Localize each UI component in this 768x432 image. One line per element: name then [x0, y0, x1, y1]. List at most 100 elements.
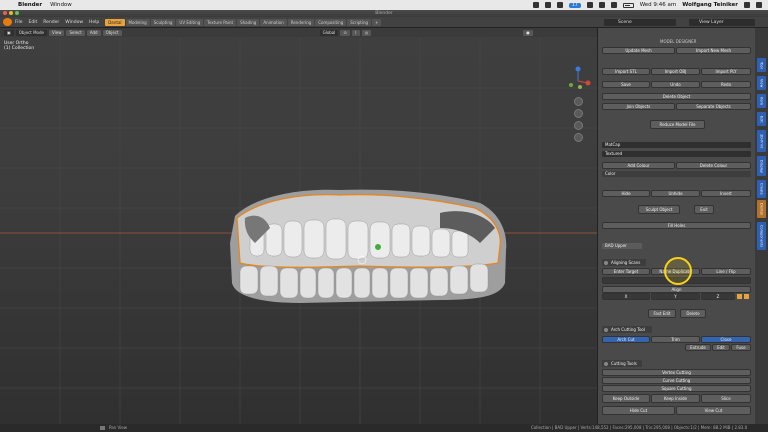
tab-create[interactable]: Create — [757, 180, 766, 198]
search-icon[interactable] — [744, 2, 750, 8]
tab-uv-editing[interactable]: UV Editing — [176, 18, 204, 26]
tab-3d-print[interactable]: 3D-Print — [757, 130, 766, 152]
menu-file[interactable]: File — [15, 20, 23, 25]
cloud-icon[interactable] — [544, 2, 551, 8]
slice-button[interactable]: Slice — [701, 394, 751, 403]
proportional-edit-icon[interactable]: ◎ — [361, 29, 372, 36]
close-button[interactable]: Close — [701, 336, 751, 343]
import-obj-button[interactable]: Import OBJ — [651, 68, 700, 75]
select-menu[interactable]: Select — [66, 29, 85, 36]
enter-target-button[interactable]: Enter Target — [602, 268, 650, 275]
delete-colour-button[interactable]: Delete Colour — [676, 162, 751, 169]
exit-button[interactable]: Exit — [694, 205, 714, 214]
tab-modeling[interactable]: Modeling — [125, 18, 150, 26]
separate-objects-button[interactable]: Separate Objects — [676, 103, 751, 110]
coord-y-field[interactable]: Y — [651, 293, 700, 300]
unhide-button[interactable]: Unhide — [651, 190, 700, 197]
zoom-icon[interactable] — [574, 97, 583, 106]
coord-x-field[interactable]: X — [602, 293, 650, 300]
zoom-window-button[interactable] — [15, 11, 19, 15]
target-object-field[interactable]: BAD Upper — [602, 243, 642, 249]
arch-cut-button[interactable]: Arch Cut — [602, 336, 650, 343]
tab-view[interactable]: View — [757, 76, 766, 90]
volume-icon[interactable] — [610, 2, 617, 8]
tab-shading[interactable]: Shading — [237, 18, 260, 26]
3d-viewport[interactable]: ▣ Object Mode View Select Add Object Glo… — [0, 28, 597, 424]
close-window-button[interactable] — [3, 11, 7, 15]
tab-edit[interactable]: Edit — [757, 112, 766, 126]
hide-button[interactable]: Hide — [602, 190, 650, 197]
arch-cutting-tool-header[interactable]: Arch Cutting Tool — [602, 326, 652, 333]
tab-display[interactable]: Display — [757, 156, 766, 176]
tab-components[interactable]: Components — [757, 222, 766, 250]
join-objects-button[interactable]: Join Objects — [602, 103, 675, 110]
pivot-icon[interactable]: ⊙ — [340, 29, 350, 36]
orientation-dropdown[interactable]: Global — [319, 29, 339, 36]
delete-object-button[interactable]: Delete Object — [602, 93, 751, 100]
add-menu[interactable]: Add — [86, 29, 101, 36]
view-layer-selector[interactable]: View Layer — [689, 19, 755, 26]
cutting-tools-header[interactable]: Cutting Tools — [602, 360, 642, 367]
align-button[interactable]: Align — [602, 286, 751, 293]
textured-dropdown[interactable]: Textured — [602, 151, 751, 157]
menu-help[interactable]: Help — [89, 20, 99, 25]
pan-hand-icon[interactable] — [574, 109, 583, 118]
notification-badge[interactable]: 17 — [568, 2, 581, 8]
wifi-icon[interactable] — [598, 2, 605, 8]
object-menu[interactable]: Object — [102, 29, 122, 36]
app-menu-name[interactable]: Blender — [18, 2, 42, 8]
tab-tool[interactable]: Tool — [757, 58, 766, 72]
aligning-scans-header[interactable]: Aligning Scans — [602, 259, 646, 266]
keep-outside-button[interactable]: Keep Outside — [602, 394, 650, 403]
lock-icon[interactable] — [744, 294, 749, 299]
undo-button[interactable]: Undo — [651, 81, 700, 88]
grid-view-icon[interactable] — [574, 133, 583, 142]
bluetooth-icon[interactable] — [586, 2, 593, 8]
tab-sculpting[interactable]: Sculpting — [150, 18, 176, 26]
editor-type-button[interactable]: ▣ — [4, 29, 14, 36]
redo-button[interactable]: Redo — [701, 81, 751, 88]
save-button[interactable]: Save — [602, 81, 650, 88]
coord-z-field[interactable]: Z — [701, 293, 735, 300]
fast-edit-button[interactable]: Fast Edit — [648, 309, 676, 318]
display-icon[interactable] — [556, 2, 563, 8]
reduce-model-button[interactable]: Reduce Model File — [650, 120, 705, 129]
camera-icon[interactable] — [574, 121, 583, 130]
lock-icon[interactable] — [737, 294, 742, 299]
minimize-window-button[interactable] — [9, 11, 13, 15]
tab-scripting[interactable]: Scripting — [347, 18, 372, 26]
fuse-button[interactable]: Fuse — [731, 344, 751, 351]
menu-edit[interactable]: Edit — [29, 20, 38, 25]
import-stl-button[interactable]: Import STL — [602, 68, 650, 75]
curve-cutting-button[interactable]: Curve Cutting — [602, 377, 751, 384]
menu-window[interactable]: Window — [50, 2, 72, 8]
fill-holes-button[interactable]: Fill Holes — [602, 222, 751, 229]
menu-render[interactable]: Render — [43, 20, 59, 25]
import-ply-button[interactable]: Import PLY — [701, 68, 751, 75]
tab-compositing[interactable]: Compositing — [315, 18, 347, 26]
scene-selector[interactable]: Scene — [604, 19, 676, 26]
square-cutting-button[interactable]: Square Cutting — [602, 385, 751, 392]
clock[interactable]: Wed 9:46 am — [640, 2, 677, 8]
blender-logo-icon[interactable] — [3, 18, 12, 26]
tab-dental[interactable]: Dental — [757, 200, 766, 218]
dropbox-icon[interactable] — [532, 2, 539, 8]
add-colour-button[interactable]: Add Colour — [602, 162, 675, 169]
matcap-dropdown[interactable]: MatCap — [602, 142, 751, 148]
snap-icon[interactable]: ⌇ — [351, 29, 360, 36]
tab-animation[interactable]: Animation — [260, 18, 287, 26]
delete-button[interactable]: Delete — [680, 309, 706, 318]
add-workspace-button[interactable]: + — [372, 18, 382, 26]
menu-window[interactable]: Window — [65, 20, 83, 25]
vertex-cutting-button[interactable]: Vertex Cutting — [602, 369, 751, 376]
extrude-button[interactable]: Extrude — [685, 344, 711, 351]
view-menu[interactable]: View — [48, 29, 65, 36]
tab-dental[interactable]: Dental — [105, 18, 125, 26]
list-icon[interactable] — [756, 2, 762, 8]
battery-icon[interactable] — [622, 2, 634, 8]
invert-button[interactable]: Invert — [701, 190, 751, 197]
navigation-gizmo[interactable] — [566, 65, 592, 145]
tab-rendering[interactable]: Rendering — [287, 18, 315, 26]
import-new-mesh-button[interactable]: Import New Mesh — [676, 47, 751, 54]
dental-model[interactable] — [230, 189, 507, 303]
